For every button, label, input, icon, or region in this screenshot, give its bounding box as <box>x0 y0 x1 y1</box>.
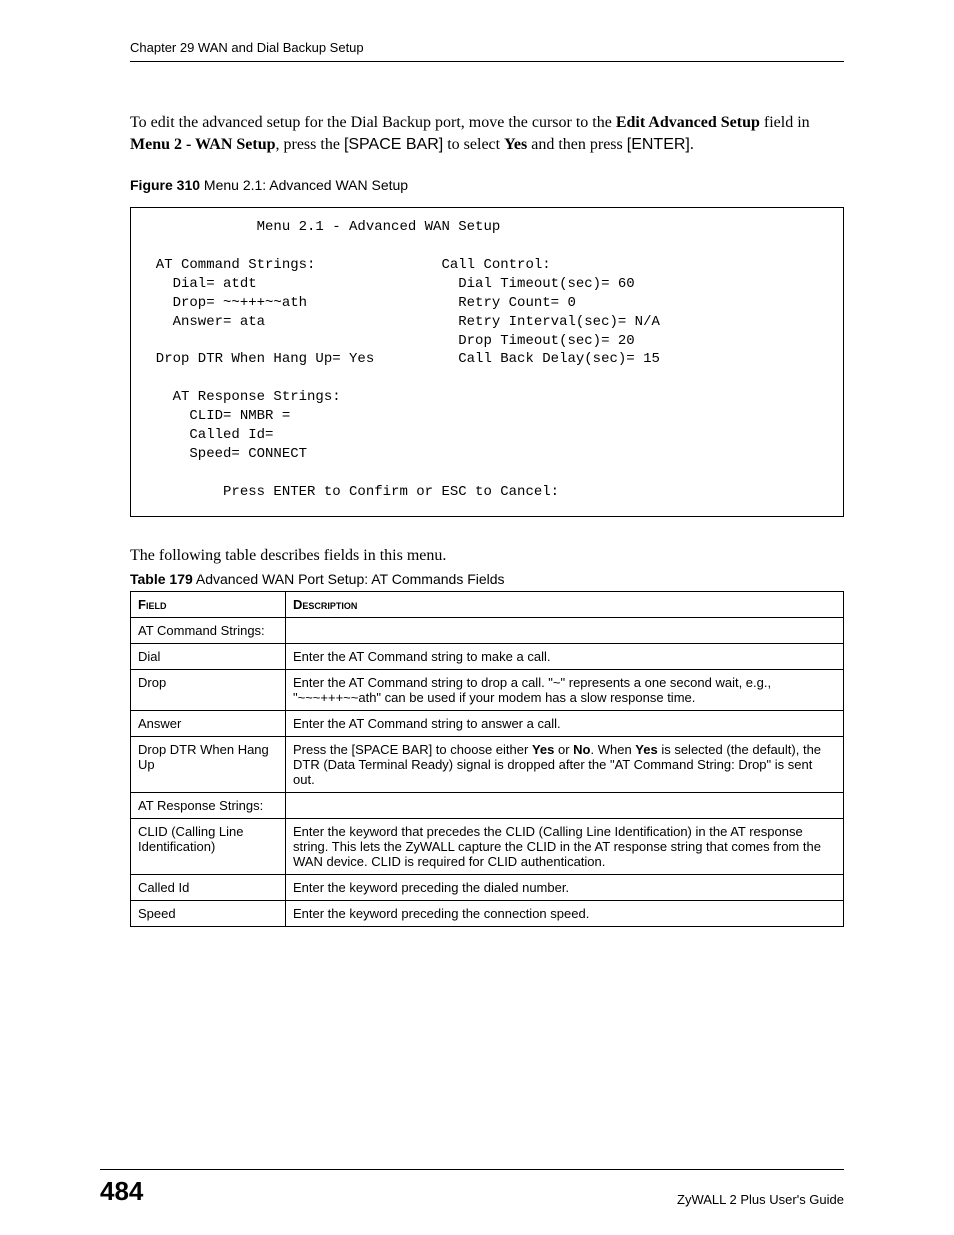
field-name: AT Command Strings: <box>131 617 286 643</box>
intro-text: and then press <box>527 136 627 153</box>
table-row: Speed Enter the keyword preceding the co… <box>131 900 844 926</box>
intro-paragraph: To edit the advanced setup for the Dial … <box>130 112 844 155</box>
field-desc <box>286 617 844 643</box>
field-desc: Enter the keyword preceding the connecti… <box>286 900 844 926</box>
table-row: Answer Enter the AT Command string to an… <box>131 710 844 736</box>
intro-bold-menu: Menu 2 - WAN Setup <box>130 136 276 153</box>
field-name: CLID (Calling Line Identification) <box>131 818 286 874</box>
table-row: Dial Enter the AT Command string to make… <box>131 643 844 669</box>
figure-label: Figure 310 <box>130 177 200 193</box>
table-row: Called Id Enter the keyword preceding th… <box>131 874 844 900</box>
field-desc: Enter the AT Command string to make a ca… <box>286 643 844 669</box>
table-caption: Table 179 Advanced WAN Port Setup: AT Co… <box>130 571 844 587</box>
terminal-screenshot: Menu 2.1 - Advanced WAN Setup AT Command… <box>130 207 844 516</box>
table-row: Drop Enter the AT Command string to drop… <box>131 669 844 710</box>
table-row: CLID (Calling Line Identification) Enter… <box>131 818 844 874</box>
chapter-title: Chapter 29 WAN and Dial Backup Setup <box>130 40 364 55</box>
intro-key-spacebar: [SPACE BAR] <box>344 136 443 153</box>
intro-text: , press the <box>276 136 344 153</box>
table-intro-text: The following table describes fields in … <box>130 547 844 565</box>
field-name: Drop <box>131 669 286 710</box>
field-name: Dial <box>131 643 286 669</box>
field-name: Drop DTR When Hang Up <box>131 736 286 792</box>
figure-title: Menu 2.1: Advanced WAN Setup <box>200 177 408 193</box>
table-head-field: Field <box>131 591 286 617</box>
table-row: AT Command Strings: <box>131 617 844 643</box>
table-head-description: Description <box>286 591 844 617</box>
field-desc: Enter the keyword that precedes the CLID… <box>286 818 844 874</box>
field-desc: Press the [SPACE BAR] to choose either Y… <box>286 736 844 792</box>
document-page: Chapter 29 WAN and Dial Backup Setup To … <box>0 0 954 1235</box>
field-name: Answer <box>131 710 286 736</box>
intro-text: to select <box>443 136 504 153</box>
table-title: Advanced WAN Port Setup: AT Commands Fie… <box>193 571 505 587</box>
field-name: AT Response Strings: <box>131 792 286 818</box>
terminal-content: Menu 2.1 - Advanced WAN Setup AT Command… <box>139 219 660 499</box>
page-footer: 484 ZyWALL 2 Plus User's Guide <box>0 1169 954 1207</box>
table-label: Table 179 <box>130 571 193 587</box>
intro-bold-yes: Yes <box>504 136 527 153</box>
field-desc <box>286 792 844 818</box>
intro-text: . <box>690 136 694 153</box>
page-number: 484 <box>100 1176 143 1207</box>
field-name: Called Id <box>131 874 286 900</box>
guide-title: ZyWALL 2 Plus User's Guide <box>677 1192 844 1207</box>
intro-text: To edit the advanced setup for the Dial … <box>130 114 616 131</box>
running-header: Chapter 29 WAN and Dial Backup Setup <box>130 40 844 62</box>
intro-bold-edit: Edit Advanced Setup <box>616 114 760 131</box>
table-row: AT Response Strings: <box>131 792 844 818</box>
figure-caption: Figure 310 Menu 2.1: Advanced WAN Setup <box>130 177 844 193</box>
table-row: Drop DTR When Hang Up Press the [SPACE B… <box>131 736 844 792</box>
intro-text: field in <box>760 114 810 131</box>
field-desc: Enter the AT Command string to drop a ca… <box>286 669 844 710</box>
fields-table: Field Description AT Command Strings: Di… <box>130 591 844 927</box>
field-desc: Enter the AT Command string to answer a … <box>286 710 844 736</box>
intro-key-enter: [ENTER] <box>627 136 690 153</box>
field-desc: Enter the keyword preceding the dialed n… <box>286 874 844 900</box>
field-name: Speed <box>131 900 286 926</box>
table-header-row: Field Description <box>131 591 844 617</box>
